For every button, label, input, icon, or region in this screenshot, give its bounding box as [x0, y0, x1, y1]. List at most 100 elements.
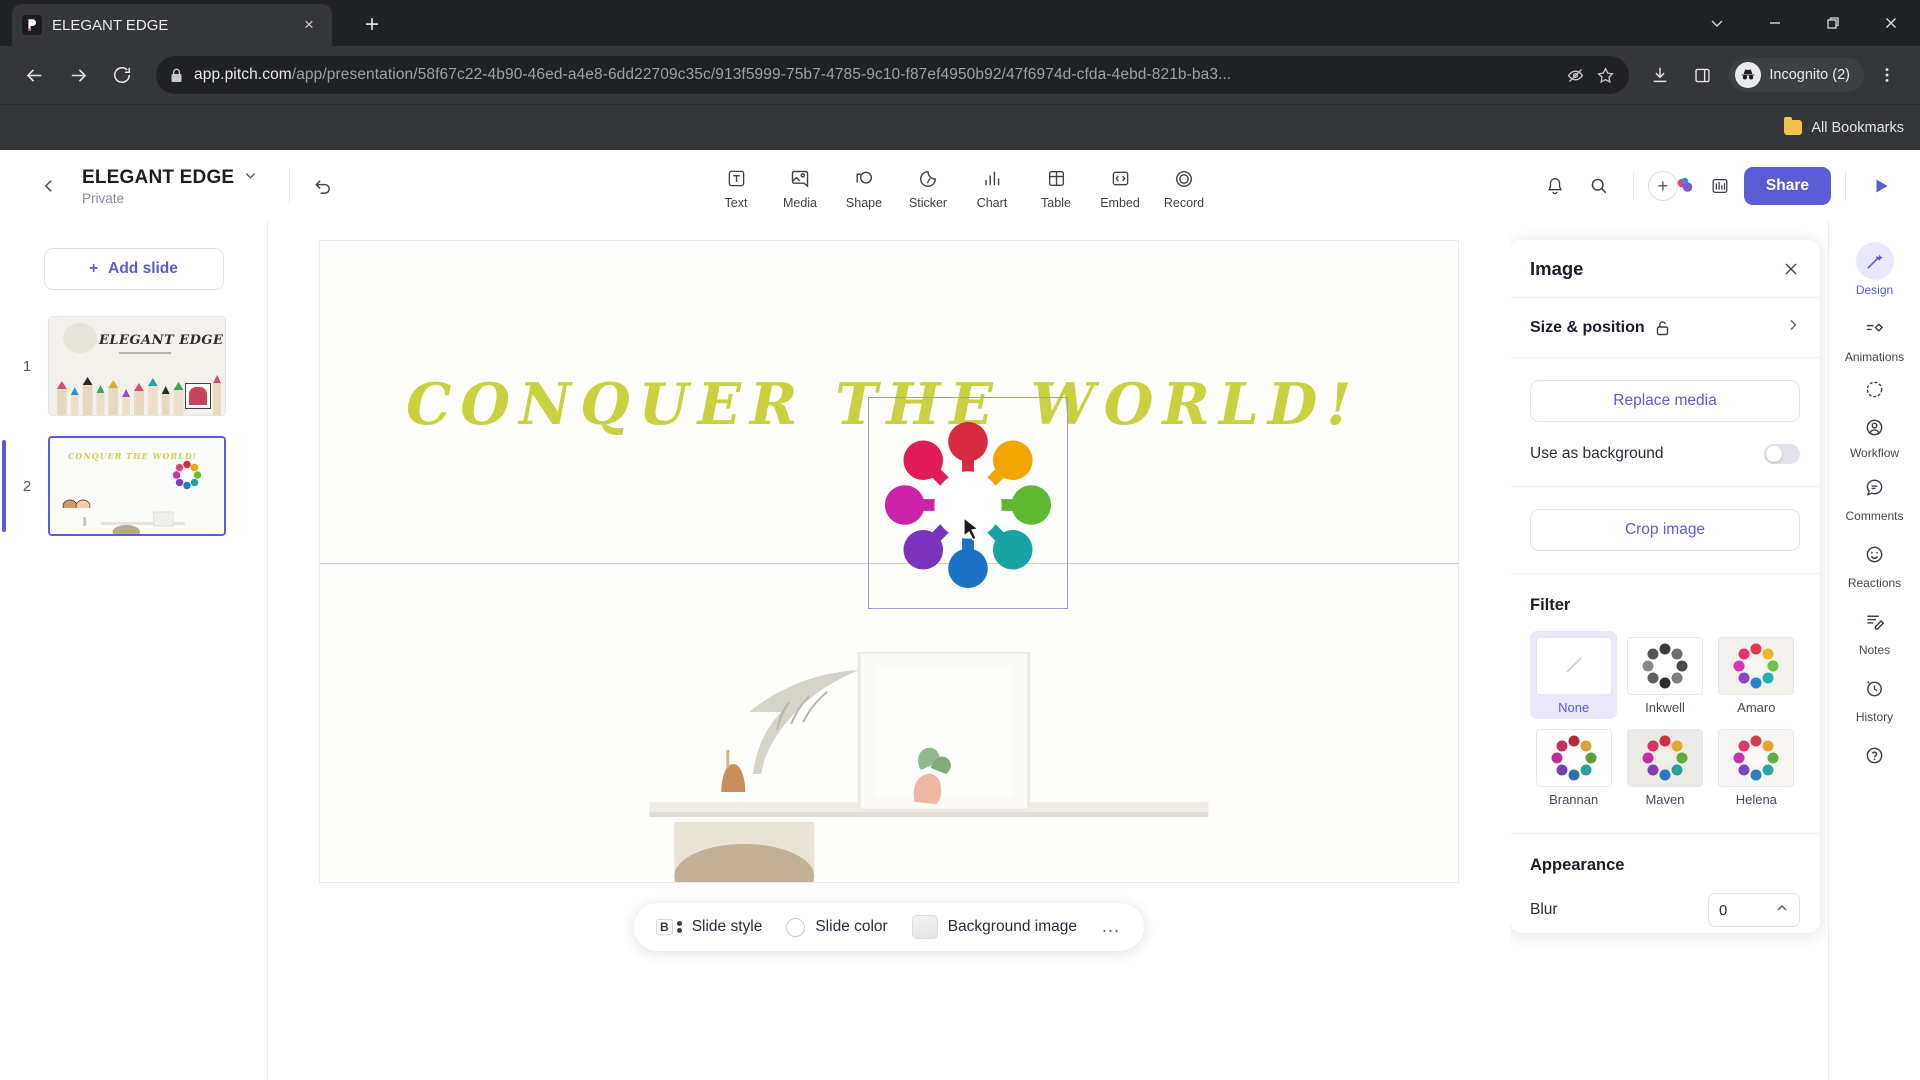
size-position-row[interactable]: Size & position	[1510, 298, 1820, 358]
filter-option-maven[interactable]: Maven	[1621, 723, 1708, 811]
all-bookmarks-label[interactable]: All Bookmarks	[1811, 120, 1904, 136]
slide-canvas[interactable]: CONQUER THE WORLD!	[319, 240, 1459, 883]
rail-item-comments[interactable]: Comments	[1836, 462, 1914, 527]
rail-item-animations[interactable]: Animations	[1836, 303, 1914, 368]
profile-label: Incognito (2)	[1769, 67, 1850, 83]
sticker-icon	[918, 167, 938, 191]
header-divider-3	[1845, 172, 1846, 200]
filter-thumb-none	[1535, 637, 1612, 695]
media-icon	[790, 167, 810, 191]
filter-thumb-amaro	[1718, 637, 1795, 695]
profile-chip[interactable]: Incognito (2)	[1729, 58, 1864, 92]
filter-option-amaro[interactable]: Amaro	[1713, 631, 1800, 719]
add-collaborator-button[interactable]: +	[1647, 171, 1696, 201]
back-to-decks-button[interactable]	[28, 178, 70, 194]
filter-option-brannan[interactable]: Brannan	[1530, 723, 1617, 811]
filter-option-helena[interactable]: Helena	[1713, 723, 1800, 811]
close-icon[interactable]	[1862, 0, 1920, 46]
analytics-icon[interactable]	[1700, 166, 1740, 206]
new-tab-button[interactable]: +	[356, 9, 388, 41]
rail-item-workflow[interactable]: Workflow	[1850, 370, 1899, 460]
chevron-right-icon[interactable]	[1786, 318, 1800, 337]
filter-section: Filter None Inkwell Amaro Brannan Maven …	[1510, 574, 1820, 834]
back-icon[interactable]	[14, 55, 54, 95]
browser-tab[interactable]: ELEGANT EDGE ×	[12, 4, 332, 46]
minimize-icon[interactable]	[1746, 0, 1804, 46]
forward-icon[interactable]	[58, 55, 98, 95]
download-icon[interactable]	[1641, 56, 1679, 94]
rail-label: Comments	[1845, 509, 1904, 523]
insert-media-button[interactable]: Media	[771, 163, 829, 210]
star-icon[interactable]	[1596, 66, 1615, 85]
slide-thumb-art-1: ELEGANT EDGE	[48, 316, 226, 416]
chevron-down-icon[interactable]	[1688, 0, 1746, 46]
restore-icon[interactable]	[1804, 0, 1862, 46]
rail-item-history[interactable]: History	[1836, 663, 1914, 728]
filter-label: Amaro	[1737, 700, 1776, 715]
eye-slash-icon[interactable]	[1566, 66, 1585, 85]
insert-sticker-button[interactable]: Sticker	[899, 163, 957, 210]
insert-text-button[interactable]: Text	[707, 163, 765, 210]
insert-record-button[interactable]: Record	[1155, 163, 1213, 210]
replace-media-button[interactable]: Replace media	[1530, 380, 1800, 422]
plus-icon: +	[89, 260, 99, 277]
desk-thumb-art	[50, 508, 224, 534]
url-text: app.pitch.com/app/presentation/58f67c22-…	[194, 66, 1555, 84]
add-slide-button[interactable]: + Add slide	[43, 248, 224, 290]
insert-table-button[interactable]: Table	[1027, 163, 1085, 210]
style-bar-more-button[interactable]: …	[1101, 916, 1122, 938]
slide-color-control[interactable]: Slide color	[786, 917, 888, 937]
share-button[interactable]: Share	[1743, 167, 1831, 205]
background-image-control[interactable]: Background image	[911, 915, 1077, 939]
rail-item-design[interactable]: Design	[1836, 236, 1914, 301]
insert-shape-label: Shape	[845, 195, 883, 210]
slide-thumbnail-1[interactable]: 1 ELEGANT EDGE	[16, 316, 226, 416]
insert-embed-button[interactable]: Embed	[1091, 163, 1149, 210]
use-as-background-toggle[interactable]	[1764, 444, 1800, 464]
filter-label: None	[1558, 700, 1590, 715]
blur-input[interactable]: 0	[1708, 893, 1800, 927]
workflow-check-icon	[1856, 370, 1894, 408]
crop-image-button[interactable]: Crop image	[1530, 509, 1800, 551]
slide-number: 2	[22, 477, 32, 495]
filter-option-none[interactable]: None	[1530, 631, 1618, 719]
table-icon	[1047, 167, 1066, 191]
filter-section-title: Filter	[1530, 596, 1571, 614]
kebab-menu-icon[interactable]	[1868, 56, 1906, 94]
side-panel-icon[interactable]	[1683, 56, 1721, 94]
insert-chart-label: Chart	[976, 195, 1008, 210]
use-as-background-row[interactable]: Use as background	[1530, 444, 1800, 464]
close-icon[interactable]	[1782, 260, 1800, 278]
selected-image-frame[interactable]	[868, 397, 1068, 609]
insert-chart-button[interactable]: Chart	[963, 163, 1021, 210]
slide-style-control[interactable]: B Slide style	[656, 918, 762, 936]
background-image-label: Background image	[947, 918, 1077, 935]
rail-label: Animations	[1844, 350, 1905, 364]
filter-option-inkwell[interactable]: Inkwell	[1621, 631, 1708, 719]
caret-up-icon[interactable]	[1775, 901, 1789, 919]
reload-icon[interactable]	[102, 55, 142, 95]
play-icon[interactable]	[1860, 166, 1902, 206]
undo-icon[interactable]	[300, 164, 344, 208]
rail-item-reactions[interactable]: Reactions	[1836, 529, 1914, 594]
rail-item-help[interactable]	[1836, 730, 1914, 778]
bell-icon[interactable]	[1535, 166, 1575, 206]
search-icon[interactable]	[1579, 166, 1619, 206]
tab-close-icon[interactable]: ×	[296, 12, 322, 38]
address-bar[interactable]: app.pitch.com/app/presentation/58f67c22-…	[156, 56, 1630, 94]
blur-value: 0	[1719, 901, 1728, 919]
deck-meta: ELEGANT EDGE Private	[82, 167, 257, 206]
star-people-image[interactable]	[879, 416, 1057, 594]
slides-pane: + Add slide 1 ELEGANT EDGE 2 CONQUER THE…	[0, 222, 268, 1080]
slide-thumbnail-2[interactable]: 2 CONQUER THE WORLD!	[2, 436, 226, 536]
unlock-icon[interactable]	[1655, 320, 1670, 336]
panel-header: Image	[1510, 240, 1820, 298]
header-right-actions: + Share	[1535, 166, 1920, 206]
history-icon	[1856, 669, 1894, 707]
desk-background-art	[320, 652, 1458, 882]
rail-item-notes[interactable]: Notes	[1836, 596, 1914, 661]
insert-shape-button[interactable]: Shape	[835, 163, 893, 210]
filter-label: Inkwell	[1645, 700, 1685, 715]
filter-thumb-brannan	[1535, 729, 1612, 787]
deck-title-chevron-down-icon[interactable]	[244, 169, 257, 187]
